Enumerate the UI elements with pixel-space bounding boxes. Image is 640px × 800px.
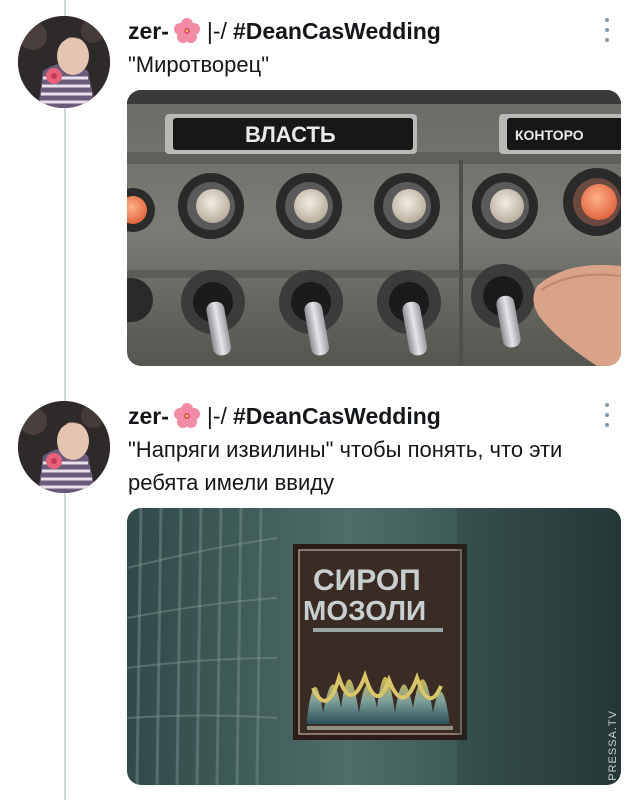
avatar[interactable] — [18, 401, 110, 493]
more-options-icon[interactable] — [602, 403, 612, 427]
panel-label-left: ВЛАСТЬ — [245, 122, 336, 147]
author-name[interactable]: zer- — [128, 14, 169, 48]
author-name[interactable]: zer- — [128, 399, 169, 433]
more-options-icon[interactable] — [602, 18, 612, 42]
tweet-header: zer- |-/ #DeanCasWedding — [128, 14, 441, 48]
tweet-image[interactable]: ВЛАСТЬ КОНТОРО — [127, 90, 621, 366]
tweet[interactable]: zer- |-/ #DeanCasWedding "Миротворец" ВЛ… — [0, 0, 640, 385]
author-separator: |-/ — [206, 403, 227, 429]
author-hashtag[interactable]: #DeanCasWedding — [233, 399, 441, 433]
author-hashtag[interactable]: #DeanCasWedding — [233, 14, 441, 48]
watermark-text: PRESSA.TV — [607, 710, 619, 781]
tweet-text: "Миротворец" — [128, 52, 270, 77]
author-separator: |-/ — [206, 18, 227, 44]
tweet-header: zer- |-/ #DeanCasWedding — [128, 399, 441, 433]
avatar[interactable] — [18, 16, 110, 108]
hibiscus-icon — [173, 17, 201, 45]
tweet-image[interactable]: СИРОП МОЗОЛИ PRESSA.TV — [127, 508, 621, 785]
tweet-text: "Напряги извилины" чтобы понять, что эти… — [128, 437, 563, 495]
hibiscus-icon — [173, 402, 201, 430]
tweet[interactable]: zer- |-/ #DeanCasWedding "Напряги извили… — [0, 385, 640, 800]
sign-line1: СИРОП — [313, 564, 421, 597]
sign-line2: МОЗОЛИ — [303, 595, 426, 626]
panel-label-right: КОНТОРО — [515, 127, 584, 143]
